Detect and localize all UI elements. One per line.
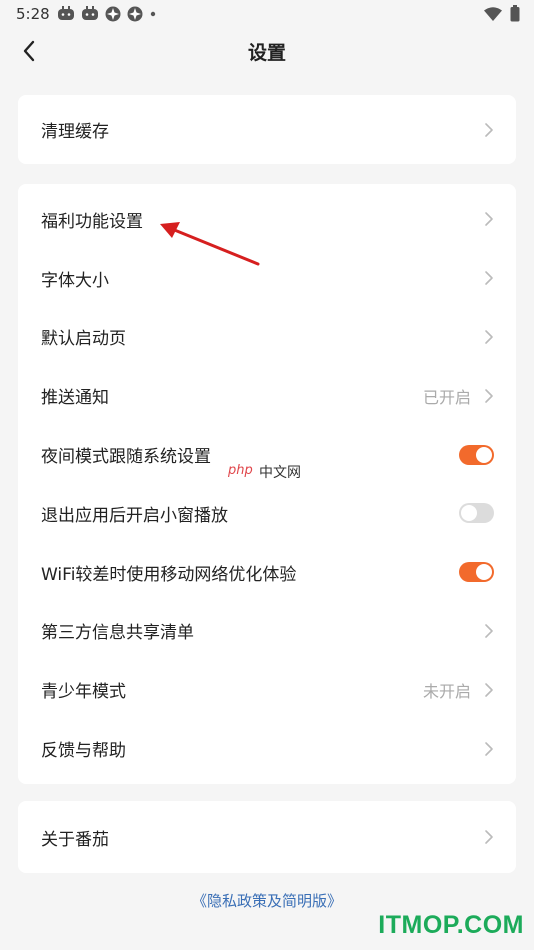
chevron-right-icon	[485, 682, 493, 697]
setting-row-welfare[interactable]: 福利功能设置	[18, 190, 516, 249]
game-controller-icon	[81, 6, 99, 22]
dot-icon	[149, 6, 157, 22]
wifi-optimize-toggle[interactable]	[459, 562, 494, 583]
setting-label: 反馈与帮助	[41, 741, 126, 762]
setting-label: 退出应用后开启小窗播放	[41, 505, 228, 526]
chevron-right-icon	[485, 624, 493, 638]
setting-row-push-notification[interactable]: 推送通知 已开启	[18, 366, 516, 425]
privacy-policy-link[interactable]: 《隐私政策及简明版》	[0, 890, 534, 911]
app-icon	[127, 6, 143, 22]
settings-card-storage: 清理缓存	[18, 95, 516, 164]
php-watermark-logo: php	[228, 463, 253, 478]
setting-row-about[interactable]: 关于番茄	[18, 801, 516, 873]
chevron-right-icon	[485, 330, 493, 344]
mini-window-toggle[interactable]	[459, 503, 494, 524]
game-controller-icon	[57, 6, 75, 22]
setting-row-mini-window: 退出应用后开启小窗播放	[18, 484, 516, 543]
setting-label: 夜间模式跟随系统设置	[41, 447, 211, 468]
setting-row-third-party-list[interactable]: 第三方信息共享清单	[18, 602, 516, 661]
chevron-right-icon	[485, 271, 493, 285]
itmop-watermark: ITMOP.COM	[378, 911, 524, 939]
setting-label: 字体大小	[41, 270, 109, 291]
annotation-arrow-icon	[160, 222, 260, 266]
setting-label: 福利功能设置	[41, 211, 143, 232]
setting-label: 第三方信息共享清单	[41, 623, 194, 644]
setting-status: 已开启	[422, 387, 471, 407]
notification-icons	[57, 6, 157, 22]
setting-row-clear-cache[interactable]: 清理缓存	[18, 95, 516, 164]
status-bar: 5:28	[0, 0, 534, 28]
setting-row-feedback[interactable]: 反馈与帮助	[18, 719, 516, 778]
setting-label: 青少年模式	[41, 682, 126, 703]
setting-label: 清理缓存	[41, 122, 109, 142]
chevron-right-icon	[485, 741, 493, 756]
settings-card-general: 福利功能设置 字体大小 默认启动页 推送通知 已开启 夜间模式跟随系统设置 退出…	[18, 184, 516, 784]
setting-row-teen-mode[interactable]: 青少年模式 未开启	[18, 660, 516, 719]
chevron-right-icon	[485, 212, 493, 227]
system-icons	[484, 5, 520, 26]
page-title: 设置	[247, 42, 286, 64]
app-icon	[105, 6, 121, 22]
php-watermark-text: 中文网	[259, 465, 301, 481]
setting-row-default-start-page[interactable]: 默认启动页	[18, 308, 516, 367]
battery-icon	[510, 5, 520, 26]
wifi-icon	[484, 6, 502, 25]
chevron-right-icon	[485, 122, 493, 137]
setting-row-wifi-optimize: WiFi较差时使用移动网络优化体验	[18, 543, 516, 602]
chevron-right-icon	[485, 830, 493, 844]
setting-label: 推送通知	[41, 388, 109, 409]
setting-status: 未开启	[422, 681, 471, 701]
setting-label: 关于番茄	[41, 829, 109, 850]
setting-row-font-size[interactable]: 字体大小	[18, 249, 516, 308]
setting-label: 默认启动页	[41, 329, 126, 350]
nav-bar: 设置	[0, 28, 534, 76]
settings-card-about: 关于番茄	[18, 801, 516, 873]
night-mode-toggle[interactable]	[459, 444, 494, 465]
setting-label: WiFi较差时使用移动网络优化体验	[41, 564, 297, 585]
status-time: 5:28	[16, 5, 50, 23]
chevron-right-icon	[485, 388, 493, 403]
